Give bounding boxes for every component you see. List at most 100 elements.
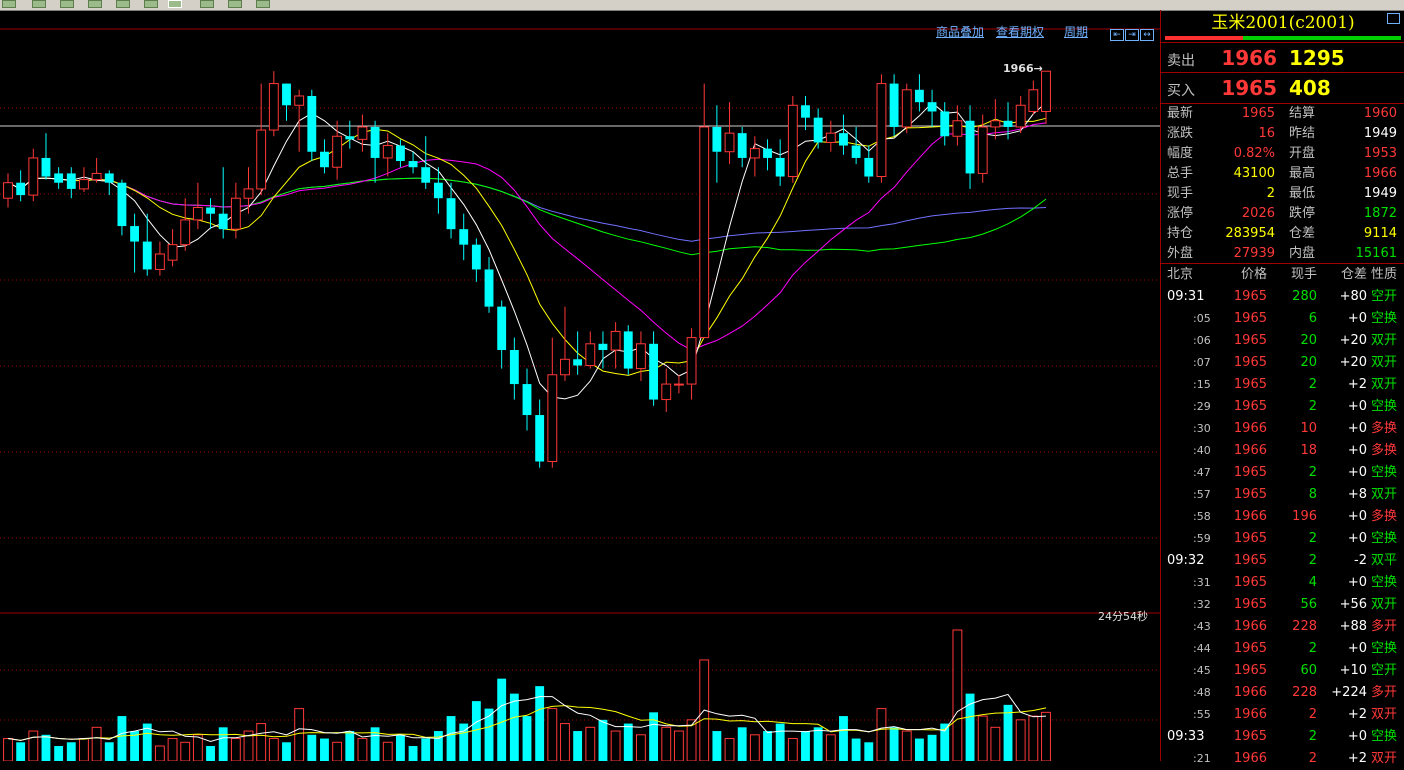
tick-time: :57 bbox=[1193, 488, 1211, 501]
candle-body-down bbox=[839, 133, 848, 146]
volume-bar-up bbox=[230, 738, 241, 761]
candle-body-up bbox=[268, 83, 279, 131]
tick-kind: 多开 bbox=[1371, 619, 1398, 634]
tick-volume: 228 bbox=[1292, 685, 1317, 700]
volume-bar-down bbox=[864, 742, 874, 761]
tick-kind: 双开 bbox=[1371, 377, 1398, 392]
volume-bar-up bbox=[787, 738, 798, 761]
toolbar-button[interactable] bbox=[116, 0, 130, 8]
candle-body-up bbox=[560, 358, 570, 376]
stat-label: 开盘 bbox=[1289, 146, 1316, 161]
toolbar-button[interactable] bbox=[60, 0, 74, 8]
toolbar-button-active[interactable] bbox=[168, 0, 182, 8]
volume-bar-down bbox=[218, 727, 228, 761]
shrink-icon[interactable]: ⇤ bbox=[1110, 29, 1124, 41]
volume-bar-down bbox=[104, 742, 114, 761]
tick-row[interactable]: :45 1965 60 +10 空开 bbox=[1161, 660, 1404, 682]
stats-row: 最新 1965 结算 1960 bbox=[1161, 104, 1404, 124]
tick-row[interactable]: :07 1965 20 +20 双开 bbox=[1161, 352, 1404, 374]
tick-row[interactable]: :59 1965 2 +0 空换 bbox=[1161, 528, 1404, 550]
tick-row[interactable]: :57 1965 8 +8 双开 bbox=[1161, 484, 1404, 506]
tick-kind: 空换 bbox=[1371, 465, 1398, 480]
volume-bar-down bbox=[206, 746, 215, 761]
tick-volume: 60 bbox=[1300, 663, 1317, 678]
candle-body-down bbox=[737, 133, 747, 158]
stat-value: 1949 bbox=[1363, 126, 1397, 141]
toolbar-button[interactable] bbox=[200, 0, 214, 8]
tick-row[interactable]: :05 1965 6 +0 空换 bbox=[1161, 308, 1404, 330]
stat-value: 1960 bbox=[1363, 106, 1397, 121]
tick-row[interactable]: :06 1965 20 +20 双开 bbox=[1161, 330, 1404, 352]
candle-body-up bbox=[3, 182, 13, 199]
tick-time: :58 bbox=[1193, 510, 1211, 523]
kline-chart[interactable]: 商品叠加 查看期权 周期 ⇤ ⇥ ↔ 1966→ 24分54秒 bbox=[0, 10, 1160, 761]
volume-bar-down bbox=[66, 742, 76, 761]
tick-row[interactable]: :55 1966 2 +2 双开 bbox=[1161, 704, 1404, 726]
candle-body-up bbox=[673, 383, 684, 386]
volume-bar-down bbox=[421, 738, 431, 761]
volume-bar-up bbox=[192, 734, 203, 761]
tick-row[interactable]: :15 1965 2 +2 双开 bbox=[1161, 374, 1404, 396]
tick-oi-change: +56 bbox=[1339, 597, 1367, 612]
stat-value: 2026 bbox=[1241, 206, 1275, 221]
tick-volume: 228 bbox=[1292, 619, 1317, 634]
toolbar-button[interactable] bbox=[144, 0, 158, 8]
volume-bar-up bbox=[635, 734, 646, 761]
stat-label: 幅度 bbox=[1167, 146, 1194, 161]
maximize-icon[interactable] bbox=[1387, 13, 1400, 24]
overlay-link[interactable]: 商品叠加 bbox=[936, 23, 984, 40]
toolbar-button[interactable] bbox=[88, 0, 102, 8]
tick-time: 09:33 bbox=[1167, 729, 1205, 744]
ma20-line bbox=[7, 122, 1047, 351]
tick-time: :21 bbox=[1193, 752, 1211, 765]
toolbar-button[interactable] bbox=[228, 0, 242, 8]
tick-row[interactable]: 09:32 1965 2 -2 双平 bbox=[1161, 550, 1404, 572]
stat-label: 最高 bbox=[1289, 166, 1316, 181]
toolbar-button[interactable] bbox=[32, 0, 46, 8]
tick-row[interactable]: :31 1965 4 +0 空换 bbox=[1161, 572, 1404, 594]
tick-time: :40 bbox=[1193, 444, 1211, 457]
candle-body-down bbox=[307, 95, 317, 152]
volume-bar-down bbox=[927, 734, 937, 761]
stat-value: 1965 bbox=[1241, 106, 1275, 121]
tick-row[interactable]: :48 1966 228 +224 多开 bbox=[1161, 682, 1404, 704]
tick-volume: 2 bbox=[1308, 729, 1317, 744]
tick-price: 1966 bbox=[1233, 509, 1267, 524]
tick-list[interactable]: 北京 价格 现手 仓差 性质 09:31 1965 280 +80 空开:05 1965 6… bbox=[1161, 263, 1404, 770]
toolbar-button[interactable] bbox=[2, 0, 16, 8]
volume-bar-up bbox=[1041, 711, 1051, 761]
volume-bar-up bbox=[990, 726, 1001, 761]
toolbar-button[interactable] bbox=[256, 0, 270, 8]
tick-row[interactable]: 09:31 1965 280 +80 空开 bbox=[1161, 286, 1404, 308]
tick-volume: 2 bbox=[1308, 531, 1317, 546]
tick-row[interactable]: :47 1965 2 +0 空换 bbox=[1161, 462, 1404, 484]
candle-body-up bbox=[699, 126, 710, 339]
tick-row[interactable]: :40 1966 18 +0 多换 bbox=[1161, 440, 1404, 462]
candle-body-down bbox=[117, 182, 127, 227]
stat-value: 27939 bbox=[1233, 246, 1275, 261]
tick-row[interactable]: :30 1966 10 +0 多换 bbox=[1161, 418, 1404, 440]
tick-row[interactable]: :43 1966 228 +88 多开 bbox=[1161, 616, 1404, 638]
volume-bar-down bbox=[345, 731, 355, 761]
tick-row[interactable]: :21 1966 2 +2 双开 bbox=[1161, 748, 1404, 770]
tick-oi-change: +0 bbox=[1347, 729, 1367, 744]
tick-row[interactable]: :44 1965 2 +0 空换 bbox=[1161, 638, 1404, 660]
tick-row[interactable]: :29 1965 2 +0 空换 bbox=[1161, 396, 1404, 418]
candle-body-up bbox=[749, 148, 760, 159]
tick-row[interactable]: 09:33 1965 2 +0 空换 bbox=[1161, 726, 1404, 748]
volume-bar-up bbox=[673, 730, 684, 761]
tick-row[interactable]: :32 1965 56 +56 双开 bbox=[1161, 594, 1404, 616]
tick-price: 1965 bbox=[1233, 575, 1267, 590]
period-link[interactable]: 周期 bbox=[1064, 23, 1088, 40]
expand-icon[interactable]: ⇥ bbox=[1125, 29, 1139, 41]
scroll-icon[interactable]: ↔ bbox=[1140, 29, 1154, 41]
tick-volume: 196 bbox=[1292, 509, 1317, 524]
stats-row: 持仓 283954 仓差 9114 bbox=[1161, 224, 1404, 244]
candle-body-up bbox=[724, 132, 735, 153]
volume-bar-up bbox=[256, 723, 267, 761]
buy-price: 1965 bbox=[1221, 76, 1277, 100]
candle-body-down bbox=[497, 306, 507, 350]
options-link[interactable]: 查看期权 bbox=[996, 23, 1044, 40]
tick-row[interactable]: :58 1966 196 +0 多换 bbox=[1161, 506, 1404, 528]
stats-row: 现手 2 最低 1949 bbox=[1161, 184, 1404, 204]
